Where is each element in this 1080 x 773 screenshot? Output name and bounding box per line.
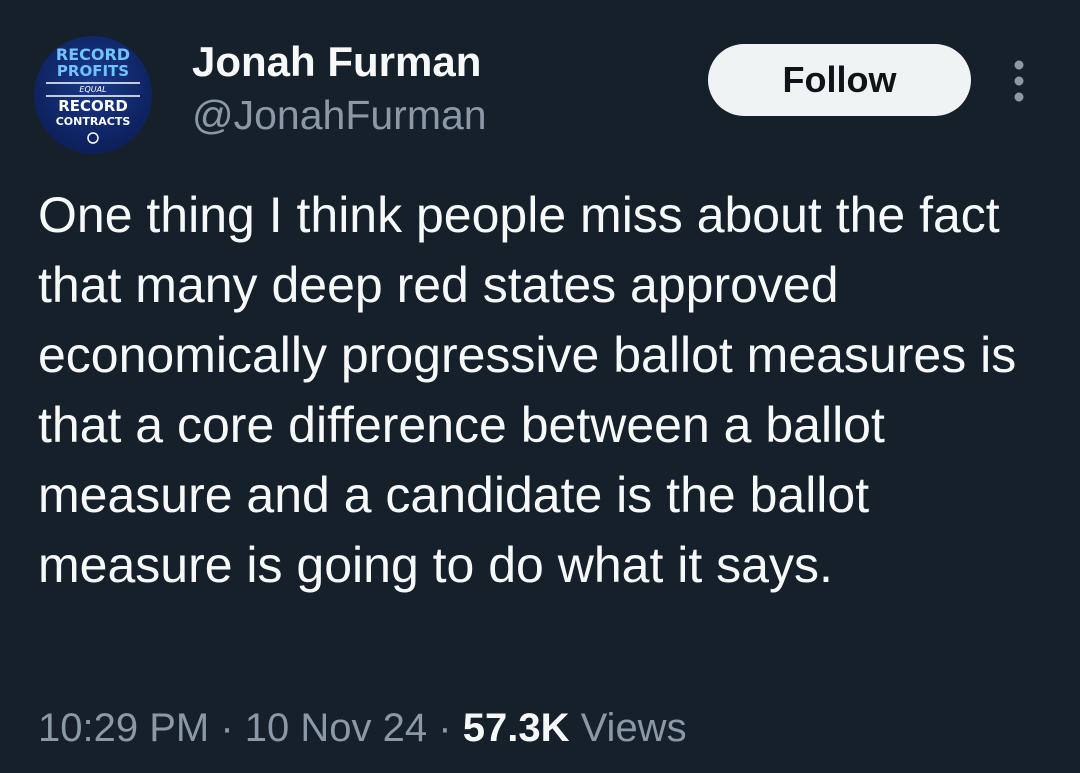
views-count[interactable]: 57.3K (463, 706, 570, 750)
avatar-text-line4: RECORD (58, 97, 128, 115)
avatar-text-line2: PROFITS (57, 62, 129, 80)
follow-button[interactable]: Follow (708, 44, 971, 116)
avatar[interactable]: RECORD PROFITS EQUAL RECORD CONTRACTS (34, 36, 152, 154)
meta-separator: · (438, 706, 452, 750)
avatar-text-line3: EQUAL (79, 85, 106, 94)
tweet-date[interactable]: 10 Nov 24 (245, 706, 427, 750)
more-options-button[interactable] (1004, 58, 1034, 104)
author-handle[interactable]: @JonahFurman (192, 92, 487, 139)
avatar-emblem-icon (87, 132, 99, 144)
meta-separator: · (220, 706, 234, 750)
tweet-meta: 10:29 PM · 10 Nov 24 · 57.3K Views (38, 706, 687, 751)
author-name[interactable]: Jonah Furman (192, 38, 481, 86)
views-label[interactable]: Views (581, 706, 687, 750)
tweet-time[interactable]: 10:29 PM (38, 706, 209, 750)
more-dots-icon (1014, 60, 1024, 102)
avatar-logo: RECORD PROFITS EQUAL RECORD CONTRACTS (46, 45, 140, 144)
tweet-text: One thing I think people miss about the … (38, 187, 1017, 593)
avatar-text-line5: CONTRACTS (56, 115, 131, 128)
